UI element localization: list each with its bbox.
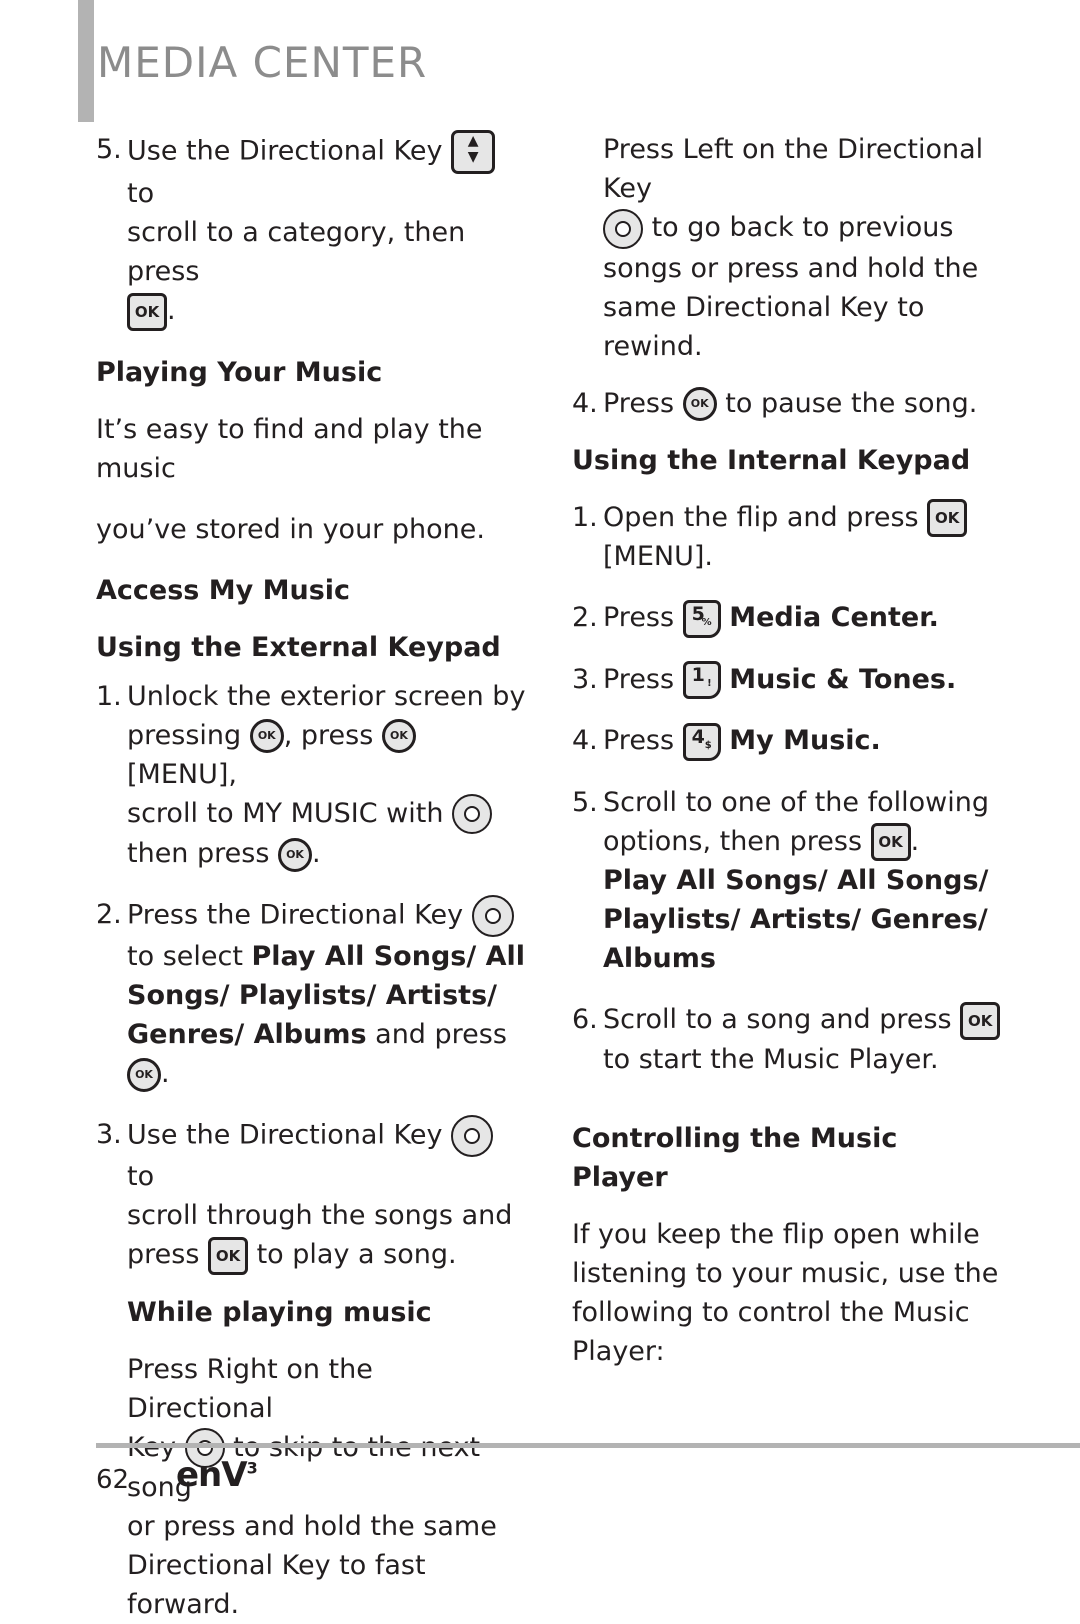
rewind-text: Press Left on the Directional Key to go … [572, 130, 1002, 366]
directional-up-down-round-key-icon [451, 1115, 493, 1157]
directional-left-key-icon [603, 209, 643, 249]
section-heading-playing-your-music: Playing Your Music [96, 353, 526, 392]
intro-text-line: It’s easy to find and play the music [96, 410, 526, 488]
left-column: 5. Use the Directional Key ▲▼ to scroll … [96, 130, 526, 1624]
ok-round-key-icon: OK [278, 838, 312, 872]
ok-round-key-icon: OK [250, 719, 284, 753]
brand-logo: enV3 [176, 1455, 257, 1495]
ok-round-key-icon: OK [382, 719, 416, 753]
ok-key-icon: OK [127, 293, 167, 331]
page-title: MEDIA CENTER [97, 38, 427, 87]
controlling-text: If you keep the flip open while listenin… [572, 1215, 1002, 1371]
key-4-icon: 4$ [683, 723, 721, 761]
ok-round-key-icon: OK [683, 387, 717, 421]
subheading-access-my-music: Access My Music [96, 571, 526, 610]
page-number: 62 [96, 1465, 129, 1495]
key-5-icon: 5% [683, 600, 721, 638]
ok-round-key-icon: OK [127, 1058, 161, 1092]
ok-key-icon: OK [960, 1002, 1000, 1040]
key-1-icon: 1! [683, 661, 721, 699]
subheading-while-playing: While playing music [96, 1293, 526, 1332]
header-accent-bar [78, 0, 94, 122]
intro-text-line: you’ve stored in your phone. [96, 510, 526, 549]
step-5-category: 5. Use the Directional Key ▲▼ to scroll … [96, 130, 526, 331]
internal-step-4: 4. Press 4$ My Music. [572, 721, 1002, 761]
step-1-unlock: 1. Unlock the exterior screen by pressin… [96, 677, 526, 874]
step-4-pause: 4. Press OK to pause the song. [572, 384, 1002, 423]
subheading-controlling-music-player: Controlling the Music Player [572, 1119, 1002, 1197]
ok-key-icon: OK [208, 1237, 248, 1275]
step-3-scroll-songs: 3. Use the Directional Key to scroll thr… [96, 1115, 526, 1275]
while-playing-text: Press Right on the Directional Key to sk… [96, 1350, 526, 1624]
subheading-internal-keypad: Using the Internal Keypad [572, 441, 1002, 480]
directional-left-right-key-icon [452, 794, 492, 834]
directional-up-down-key-icon: ▲▼ [451, 130, 495, 174]
ok-key-icon: OK [927, 499, 967, 537]
footer-divider [96, 1443, 1080, 1448]
internal-step-3: 3. Press 1! Music & Tones. [572, 660, 1002, 700]
step-2-select-category: 2. Press the Directional Key to select P… [96, 895, 526, 1093]
subheading-external-keypad: Using the External Keypad [96, 628, 526, 667]
ok-key-icon: OK [871, 823, 911, 861]
right-column: Press Left on the Directional Key to go … [572, 130, 1002, 1371]
internal-step-5: 5. Scroll to one of the following option… [572, 783, 1002, 979]
internal-step-1: 1. Open the flip and press OK [MENU]. [572, 498, 1002, 577]
directional-up-down-round-key-icon [472, 895, 514, 937]
internal-step-2: 2. Press 5% Media Center. [572, 598, 1002, 638]
internal-step-6: 6. Scroll to a song and press OK to star… [572, 1000, 1002, 1079]
